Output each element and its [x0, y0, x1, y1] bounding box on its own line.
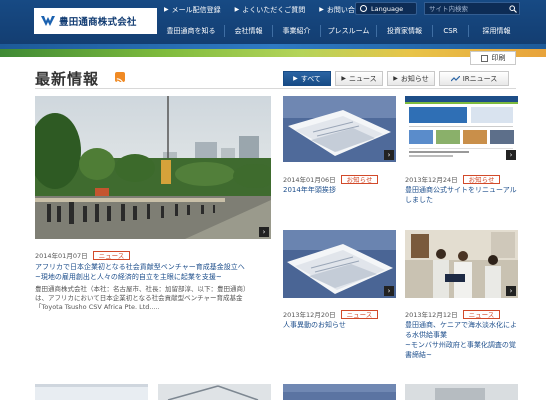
filter-tabs: ▶ すべて ▶ ニュース ▶ お知らせ IRニュース	[283, 71, 513, 86]
news-date: 2013年12月20日	[283, 311, 336, 319]
page-title: 最新情報	[35, 70, 100, 88]
more-arrow-icon[interactable]: ›	[506, 150, 516, 160]
global-nav: 豊田通商を知る 会社情報 事業紹介 プレスルーム 投資家情報 CSR 採用情報	[158, 25, 524, 37]
news-meta: 2013年12月24日 お知らせ	[405, 174, 501, 184]
tab-label: すべて	[300, 74, 321, 83]
more-arrow-icon[interactable]: ›	[506, 286, 516, 296]
headline-line: 人事異動のお知らせ	[283, 321, 346, 329]
tab-label: ニュース	[348, 74, 377, 83]
nav-item-csr[interactable]: CSR	[432, 25, 468, 37]
header-stripe	[0, 49, 546, 57]
nav-item-pressroom[interactable]: プレスルーム	[320, 25, 376, 37]
site-search	[424, 2, 520, 15]
language-label: Language	[371, 4, 404, 13]
print-label: 印刷	[491, 54, 506, 62]
globe-icon	[360, 5, 367, 12]
news-meta: 2013年12月20日 ニュース	[283, 309, 379, 319]
category-badge: ニュース	[340, 309, 379, 319]
more-arrow-icon[interactable]: ›	[259, 227, 269, 237]
featured-photo[interactable]: ›	[35, 96, 271, 239]
description-line: 「Toyota Tsusho CSV Africa Pte. Ltd.....	[35, 303, 160, 311]
ir-chart-icon	[450, 75, 460, 81]
print-icon	[480, 54, 488, 62]
news-thumb[interactable]	[35, 384, 148, 400]
util-link-mail-registration[interactable]: ▶ メール配信登録	[164, 5, 221, 15]
tab-notices[interactable]: ▶ お知らせ	[387, 71, 435, 86]
language-selector[interactable]: Language	[355, 2, 417, 15]
logo-text: 豊田通商株式会社	[59, 17, 137, 28]
headline-line: アフリカで日本企業初となる社会貢献型ベンチャー育成基金設立へ	[35, 263, 245, 271]
category-badge: ニュース	[462, 309, 501, 319]
featured-meta: 2014年01月07日 ニュース	[35, 250, 131, 260]
news-headline[interactable]: 2014年年頭挨拶	[283, 185, 398, 195]
headline-line: しました	[405, 196, 433, 204]
chevron-right-icon: ▶	[293, 75, 298, 82]
nav-item-business[interactable]: 事業紹介	[272, 25, 320, 37]
headline-line: ~現地の雇用創出と人々の経済的自立を主眼に起業を支援~	[35, 273, 222, 281]
search-input[interactable]	[425, 3, 507, 14]
tab-label: お知らせ	[400, 74, 429, 83]
news-meta: 2014年01月06日 お知らせ	[283, 174, 379, 184]
description-line: は、アフリカにおいて日本企業初となる社会貢献型ベンチャー育成基金	[35, 294, 243, 302]
more-arrow-icon[interactable]: ›	[384, 286, 394, 296]
category-badge: お知らせ	[462, 174, 501, 184]
news-headline[interactable]: 人事異動のお知らせ	[283, 320, 398, 330]
tab-all[interactable]: ▶ すべて	[283, 71, 331, 86]
nav-item-company[interactable]: 会社情報	[224, 25, 272, 37]
featured-headline[interactable]: アフリカで日本企業初となる社会貢献型ベンチャー育成基金設立へ ~現地の雇用創出と…	[35, 262, 275, 282]
headline-line: 書締結~	[405, 351, 432, 359]
utility-links: ▶ メール配信登録 ▶ よくいただくご質問 ▶ お問い合わせ	[164, 4, 383, 15]
print-button[interactable]: 印刷	[470, 51, 516, 65]
arrow-icon: ▶	[164, 6, 169, 13]
nav-item-about[interactable]: 豊田通商を知る	[158, 25, 224, 37]
rss-icon[interactable]	[115, 72, 125, 86]
company-logo[interactable]: 豊田通商株式会社	[34, 8, 157, 34]
headline-line: る水供給事業	[405, 331, 447, 339]
chevron-right-icon: ▶	[341, 75, 346, 82]
chevron-right-icon: ▶	[393, 75, 398, 82]
featured-description: 豊田通商株式会社（本社：名古屋市、社長：加留部淳、以下：豊田通商） は、アフリカ…	[35, 285, 275, 312]
news-date: 2014年01月06日	[283, 176, 336, 184]
tab-ir-news[interactable]: IRニュース	[439, 71, 509, 86]
util-link-faq[interactable]: ▶ よくいただくご質問	[235, 5, 306, 15]
news-date: 2014年01月07日	[35, 252, 88, 260]
arrow-icon: ▶	[319, 6, 324, 13]
category-badge: ニュース	[92, 250, 131, 260]
news-meta: 2013年12月12日 ニュース	[405, 309, 501, 319]
headline-line: 豊田通商、ケニアで海水淡水化によ	[405, 321, 517, 329]
util-link-label: メール配信登録	[171, 5, 221, 14]
headline-line: ~モンバサ州政府と事業化調査の覚	[405, 341, 516, 349]
nav-item-investors[interactable]: 投資家情報	[376, 25, 432, 37]
news-thumb[interactable]	[158, 384, 271, 400]
nav-item-recruit[interactable]: 採用情報	[468, 25, 524, 37]
category-badge: お知らせ	[340, 174, 379, 184]
news-thumb[interactable]: ›	[405, 230, 518, 298]
tab-label: IRニュース	[462, 74, 498, 83]
tab-news[interactable]: ▶ ニュース	[335, 71, 383, 86]
headline-line: 豊田通商公式サイトをリニューアル	[405, 186, 517, 194]
util-link-label: よくいただくご質問	[242, 5, 306, 14]
page: 豊田通商株式会社 ▶ メール配信登録 ▶ よくいただくご質問 ▶ お問い合わせ …	[0, 0, 546, 400]
divider	[35, 88, 516, 89]
headline-line: 2014年年頭挨拶	[283, 186, 336, 194]
news-thumb[interactable]: ›	[405, 96, 518, 162]
news-thumb[interactable]	[283, 384, 396, 400]
news-thumb[interactable]	[405, 384, 518, 400]
logo-mark-icon	[41, 16, 55, 26]
news-date: 2013年12月24日	[405, 176, 458, 184]
news-headline[interactable]: 豊田通商、ケニアで海水淡水化によ る水供給事業 ~モンバサ州政府と事業化調査の覚…	[405, 320, 525, 360]
news-date: 2013年12月12日	[405, 311, 458, 319]
news-headline[interactable]: 豊田通商公式サイトをリニューアル しました	[405, 185, 521, 205]
more-arrow-icon[interactable]: ›	[384, 150, 394, 160]
site-header: 豊田通商株式会社 ▶ メール配信登録 ▶ よくいただくご質問 ▶ お問い合わせ …	[0, 0, 546, 57]
search-icon[interactable]	[507, 3, 519, 14]
arrow-icon: ▶	[234, 6, 240, 13]
news-thumb[interactable]: ›	[283, 230, 396, 298]
news-thumb[interactable]: ›	[283, 96, 396, 162]
description-line: 豊田通商株式会社（本社：名古屋市、社長：加留部淳、以下：豊田通商）	[35, 285, 250, 293]
